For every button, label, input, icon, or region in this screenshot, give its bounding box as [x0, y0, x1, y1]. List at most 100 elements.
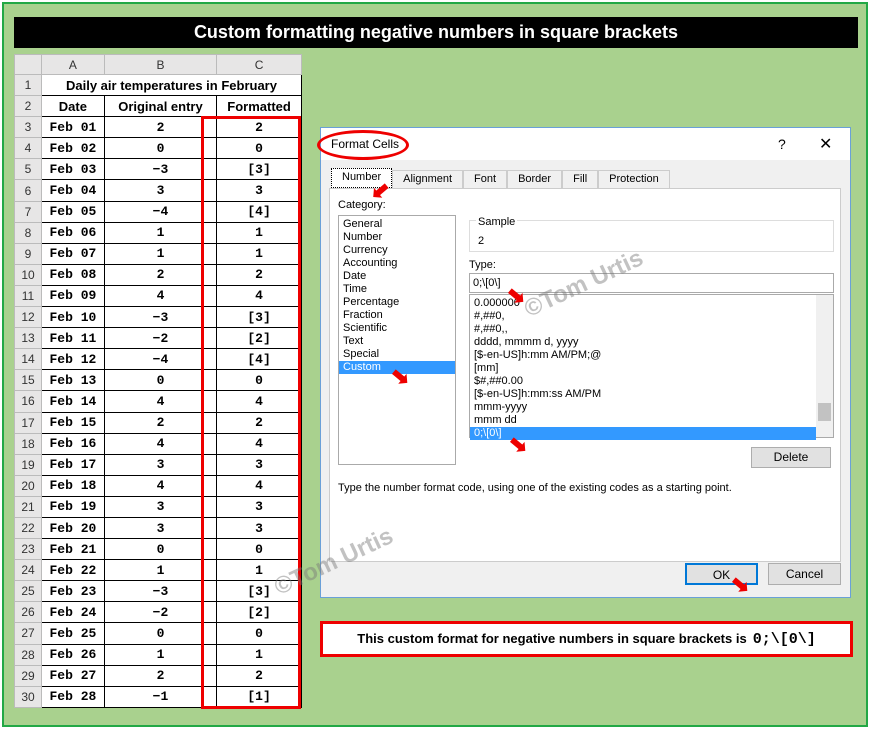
type-item[interactable]: dddd, mmmm d, yyyy [470, 336, 816, 349]
cell-original[interactable]: 3 [103, 453, 218, 476]
row-header[interactable]: 1 [14, 73, 42, 97]
cell-date[interactable]: Feb 03 [41, 158, 105, 181]
category-item[interactable]: Number [339, 231, 455, 244]
row-header[interactable]: 18 [14, 432, 42, 455]
column-title[interactable]: Original entry [103, 95, 218, 118]
row-header[interactable]: 21 [14, 495, 42, 518]
row-header[interactable]: 22 [14, 516, 42, 540]
row-header[interactable]: 17 [14, 411, 42, 434]
type-item[interactable]: mmm dd [470, 414, 816, 427]
category-list[interactable]: General Number Currency Accounting Date Time P… [338, 215, 456, 465]
cell-date[interactable]: Feb 24 [41, 601, 105, 624]
category-item[interactable]: Fraction [339, 309, 455, 322]
cell-date[interactable]: Feb 06 [41, 221, 105, 244]
row-header[interactable]: 6 [14, 179, 42, 202]
row-header[interactable]: 19 [14, 453, 42, 476]
cell-original[interactable]: 2 [103, 411, 218, 434]
cell-date[interactable]: Feb 22 [41, 559, 105, 582]
cell-original[interactable]: 3 [103, 516, 218, 540]
cell-original[interactable]: −3 [103, 158, 218, 181]
cell-date[interactable]: Feb 08 [41, 263, 105, 286]
type-item[interactable]: #,##0, [470, 310, 816, 323]
cell-date[interactable]: Feb 15 [41, 411, 105, 434]
category-item[interactable]: Scientific [339, 322, 455, 335]
cell-original[interactable]: 0 [103, 137, 218, 160]
scroll-thumb[interactable] [818, 403, 831, 421]
row-header[interactable]: 24 [14, 559, 42, 582]
column-title[interactable]: Date [41, 95, 105, 118]
cell-original[interactable]: −3 [103, 306, 218, 329]
cell-date[interactable]: Feb 07 [41, 242, 105, 265]
cell-original[interactable]: 3 [103, 495, 218, 518]
row-header[interactable]: 26 [14, 601, 42, 624]
category-item[interactable]: Time [339, 283, 455, 296]
delete-button[interactable]: Delete [751, 447, 831, 468]
type-item[interactable]: #,##0,, [470, 323, 816, 336]
category-item[interactable]: Accounting [339, 257, 455, 270]
type-list-scrollbar[interactable] [816, 295, 833, 437]
cell-original[interactable]: 1 [103, 221, 218, 244]
cell-date[interactable]: Feb 10 [41, 306, 105, 329]
category-item[interactable]: Percentage [339, 296, 455, 309]
type-item[interactable]: [mm] [470, 362, 816, 375]
cell-date[interactable]: Feb 14 [41, 390, 105, 413]
row-header[interactable]: 14 [14, 348, 42, 371]
cell-original[interactable]: 4 [103, 432, 218, 455]
cell-original[interactable]: −4 [103, 348, 218, 371]
help-button[interactable]: ? [778, 136, 786, 152]
type-item[interactable]: $#,##0.00 [470, 375, 816, 388]
cell-date[interactable]: Feb 17 [41, 453, 105, 476]
row-header[interactable]: 4 [14, 137, 42, 160]
cell-date[interactable]: Feb 05 [41, 200, 105, 223]
row-header[interactable]: 3 [14, 116, 42, 139]
type-list[interactable]: 0.000000 #,##0, #,##0,, dddd, mmmm d, yyyy[… [469, 294, 834, 440]
table-heading[interactable]: Daily air temperatures in February [41, 73, 302, 97]
tab-protection[interactable]: Protection [598, 170, 670, 188]
row-header[interactable]: 15 [14, 369, 42, 392]
type-item[interactable]: [$-en-US]h:mm:ss AM/PM [470, 388, 816, 401]
row-header[interactable]: 12 [14, 306, 42, 329]
row-header[interactable]: 16 [14, 390, 42, 413]
row-header[interactable]: 25 [14, 580, 42, 603]
cell-date[interactable]: Feb 19 [41, 495, 105, 518]
row-header[interactable]: 5 [14, 158, 42, 181]
cell-date[interactable]: Feb 12 [41, 348, 105, 371]
cell-original[interactable]: −3 [103, 580, 218, 603]
cell-original[interactable]: 4 [103, 474, 218, 497]
cell-original[interactable]: −1 [103, 685, 218, 708]
cell-original[interactable]: 2 [103, 263, 218, 286]
row-header[interactable]: 8 [14, 221, 42, 244]
category-item[interactable]: Text [339, 335, 455, 348]
row-header[interactable]: 10 [14, 263, 42, 286]
cell-date[interactable]: Feb 09 [41, 284, 105, 308]
tab-fill[interactable]: Fill [562, 170, 599, 188]
category-item[interactable]: Currency [339, 244, 455, 257]
row-header[interactable]: 20 [14, 474, 42, 497]
row-header[interactable]: 23 [14, 538, 42, 561]
tab-font[interactable]: Font [463, 170, 508, 188]
cell-original[interactable]: 1 [103, 242, 218, 265]
column-header[interactable]: A [41, 54, 105, 75]
cell-date[interactable]: Feb 23 [41, 580, 105, 603]
row-header[interactable]: 2 [14, 95, 42, 118]
category-item[interactable]: Special [339, 348, 455, 361]
cell-original[interactable]: −2 [103, 601, 218, 624]
close-icon[interactable]: ✕ [819, 134, 832, 154]
cell-original[interactable]: 0 [103, 622, 218, 645]
row-header[interactable]: 7 [14, 200, 42, 223]
row-header[interactable]: 29 [14, 664, 42, 687]
cell-original[interactable]: −2 [103, 327, 218, 350]
cell-original[interactable]: −4 [103, 200, 218, 223]
cell-date[interactable]: Feb 01 [41, 116, 105, 139]
row-header[interactable]: 30 [14, 685, 42, 708]
category-item[interactable]: General [339, 218, 455, 231]
row-header[interactable]: 11 [14, 284, 42, 308]
cell-original[interactable]: 0 [103, 538, 218, 561]
cell-original[interactable]: 1 [103, 559, 218, 582]
cell-original[interactable]: 4 [103, 390, 218, 413]
cell-date[interactable]: Feb 20 [41, 516, 105, 540]
cell-date[interactable]: Feb 16 [41, 432, 105, 455]
column-header[interactable]: C [216, 54, 302, 75]
cell-date[interactable]: Feb 21 [41, 538, 105, 561]
column-title[interactable]: Formatted [216, 95, 302, 118]
